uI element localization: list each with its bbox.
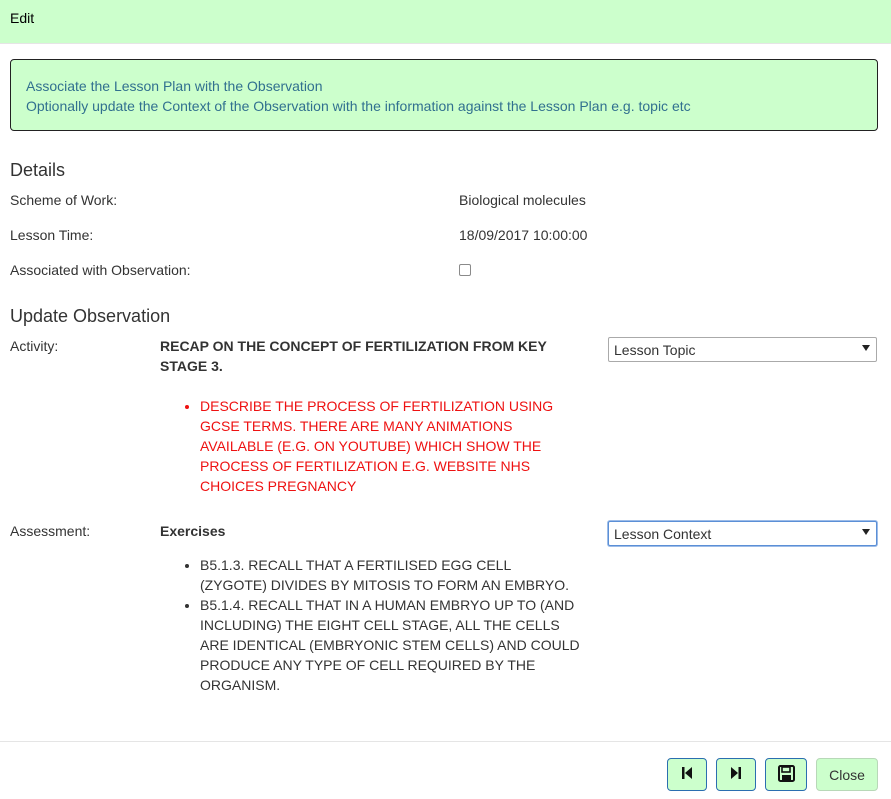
skip-next-icon <box>730 766 742 783</box>
caret-down-icon <box>862 529 870 535</box>
lesson-time-label: Lesson Time: <box>10 227 94 243</box>
info-line-2: Optionally update the Context of the Obs… <box>26 98 691 114</box>
info-line-1: Associate the Lesson Plan with the Obser… <box>26 78 323 94</box>
skip-previous-icon <box>681 766 693 783</box>
list-item: DESCRIBE THE PROCESS OF FERTILIZATION US… <box>200 396 580 496</box>
assessment-list: B5.1.3. RECALL THAT A FERTILISED EGG CEL… <box>160 555 580 695</box>
next-button[interactable] <box>716 758 756 791</box>
associated-checkbox[interactable] <box>459 264 471 276</box>
info-box: Associate the Lesson Plan with the Obser… <box>10 59 878 131</box>
scheme-of-work-label: Scheme of Work: <box>10 192 118 208</box>
previous-button[interactable] <box>667 758 707 791</box>
close-button-label: Close <box>829 766 865 783</box>
activity-select-value: Lesson Topic <box>614 342 696 358</box>
scheme-of-work-value: Biological molecules <box>459 192 586 208</box>
assessment-select[interactable]: Lesson Context <box>608 521 877 546</box>
details-title: Details <box>10 160 66 180</box>
assessment-select-value: Lesson Context <box>614 526 712 542</box>
activity-label: Activity: <box>10 338 59 354</box>
save-button[interactable] <box>765 758 807 791</box>
lesson-time-value: 18/09/2017 10:00:00 <box>459 227 588 243</box>
update-observation-title: Update Observation <box>10 306 171 326</box>
activity-select[interactable]: Lesson Topic <box>608 337 877 362</box>
dialog-header: Edit <box>0 0 891 44</box>
floppy-disk-icon <box>777 764 795 785</box>
list-item: B5.1.3. RECALL THAT A FERTILISED EGG CEL… <box>200 555 580 595</box>
close-button[interactable]: Close <box>816 758 878 791</box>
list-item: B5.1.4. RECALL THAT IN A HUMAN EMBRYO UP… <box>200 595 580 695</box>
associated-label: Associated with Observation: <box>10 262 191 278</box>
assessment-heading: Exercises <box>160 523 226 539</box>
activity-content: RECAP ON THE CONCEPT OF FERTILIZATION FR… <box>160 336 580 496</box>
activity-heading: RECAP ON THE CONCEPT OF FERTILIZATION FR… <box>160 338 547 374</box>
caret-down-icon <box>862 345 870 351</box>
assessment-label: Assessment: <box>10 523 91 539</box>
assessment-content: Exercises B5.1.3. RECALL THAT A FERTILIS… <box>160 521 580 695</box>
activity-list: DESCRIBE THE PROCESS OF FERTILIZATION US… <box>160 396 580 496</box>
dialog-title: Edit <box>10 10 35 26</box>
footer-divider <box>0 741 891 742</box>
